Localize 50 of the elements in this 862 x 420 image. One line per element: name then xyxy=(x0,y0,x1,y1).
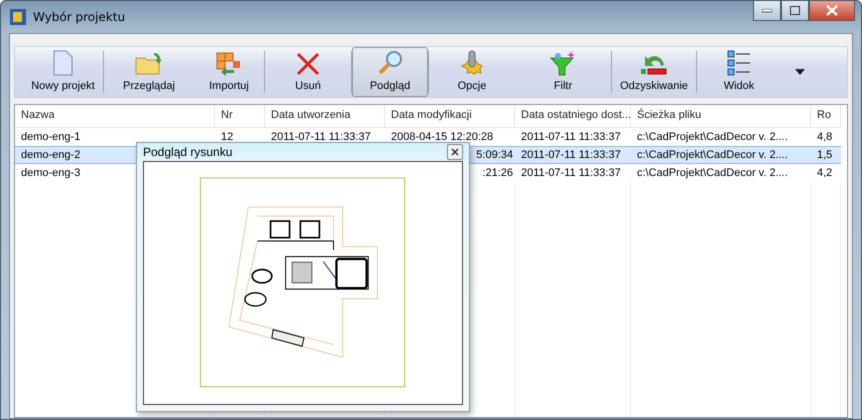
table-cell: 2011-07-11 11:33:37 xyxy=(515,146,631,164)
gear-icon xyxy=(459,50,485,76)
toolbar-button[interactable]: Usuń xyxy=(265,47,351,97)
close-icon xyxy=(451,148,459,156)
toolbar-button[interactable]: Przeglądaj xyxy=(104,47,194,97)
toolbar-button[interactable]: Widok xyxy=(697,47,781,97)
table-cell-text: 4,8 xyxy=(816,130,834,145)
funnel-icon xyxy=(549,50,577,76)
dropdown-arrow-icon[interactable] xyxy=(795,69,805,75)
toolbar-button[interactable]: Importuj xyxy=(194,47,264,97)
document-icon xyxy=(53,50,73,76)
close-icon xyxy=(826,5,838,16)
column-header[interactable]: Nazwa xyxy=(15,105,215,128)
minimize-button[interactable] xyxy=(753,1,781,21)
table-cell-text: demo-eng-3 xyxy=(20,166,82,181)
table-cell-text: 2008-04-15 12:20:28 xyxy=(390,130,494,145)
table-cell-text: 4,2 xyxy=(816,166,834,181)
table-cell: 1,5 xyxy=(811,146,841,164)
table-cell-text: c:\CadProjekt\CadDecor v. 2.... xyxy=(636,130,789,145)
column-header[interactable]: Data utworzenia xyxy=(265,105,385,128)
toolbar-button[interactable]: Filtr xyxy=(515,47,611,97)
table-cell-text: 2011-07-11 11:33:37 xyxy=(520,166,622,181)
magnifier-icon xyxy=(377,50,403,76)
close-button[interactable] xyxy=(809,1,855,21)
maximize-button[interactable] xyxy=(781,1,809,21)
toolbar-button[interactable]: Opcje xyxy=(429,47,515,97)
close-button[interactable] xyxy=(447,144,463,160)
list-view-icon xyxy=(727,50,751,76)
import-icon xyxy=(216,52,242,76)
column-header[interactable]: Ścieżka pliku xyxy=(631,105,811,128)
column-header[interactable]: Data ostatniego dost... xyxy=(515,105,631,128)
table-cell-text: 12 xyxy=(220,130,234,145)
maximize-icon xyxy=(790,6,800,15)
table-cell-text: 2011-07-11 11:33:37 xyxy=(520,130,622,145)
table-cell-text: 2011-07-11 11:33:37 xyxy=(270,130,372,145)
toolbar-button[interactable]: Nowy projekt xyxy=(23,47,103,97)
column-header[interactable]: Data modyfikacji xyxy=(385,105,515,128)
delete-icon xyxy=(296,52,320,76)
column-header[interactable]: Ro xyxy=(811,105,841,128)
app-icon xyxy=(9,8,27,26)
minimize-icon xyxy=(762,8,772,12)
folder-icon xyxy=(135,52,163,76)
column-header[interactable]: Nr xyxy=(215,105,265,128)
window-title: Wybór projektu xyxy=(33,10,126,24)
toolbar-button[interactable]: Podgląd xyxy=(352,47,428,97)
table-cell: c:\CadProjekt\CadDecor v. 2.... xyxy=(631,146,811,164)
toolbar-button[interactable]: Odzyskiwanie xyxy=(612,47,696,97)
table-cell-text: demo-eng-1 xyxy=(20,130,82,145)
table-cell-text: c:\CadProjekt\CadDecor v. 2.... xyxy=(636,166,789,181)
table-cell-text: :21:26 xyxy=(481,166,514,181)
